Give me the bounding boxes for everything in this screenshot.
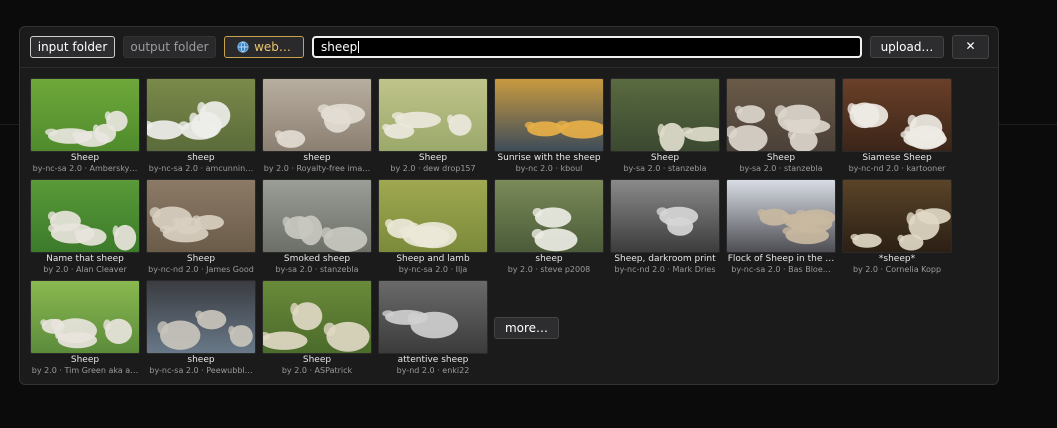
toolbar: input folder output folder web… sheep up…	[20, 27, 998, 68]
result-license: by-nc-nd 2.0 · James Good	[148, 265, 254, 274]
result-title: sheep	[187, 153, 215, 163]
result-title: sheep	[187, 355, 215, 365]
result-license: by-nc-sa 2.0 · amcunnin…	[148, 164, 254, 173]
result-card[interactable]: attentive sheep by-nd 2.0 · enki22	[378, 280, 488, 381]
result-card[interactable]: Name that sheep by 2.0 · Alan Cleaver	[30, 179, 140, 280]
result-thumbnail[interactable]	[262, 280, 372, 354]
result-thumbnail[interactable]	[494, 179, 604, 253]
result-thumbnail[interactable]	[262, 179, 372, 253]
result-license: by 2.0 · Cornelia Kopp	[852, 265, 942, 274]
result-title: Sheep	[70, 153, 100, 163]
result-thumbnail[interactable]	[378, 179, 488, 253]
result-card[interactable]: Sheep by 2.0 · ASPatrick	[262, 280, 372, 381]
result-thumbnail[interactable]	[610, 179, 720, 253]
result-thumbnail[interactable]	[146, 280, 256, 354]
output-folder-button[interactable]: output folder	[123, 36, 216, 58]
result-thumbnail[interactable]	[146, 78, 256, 152]
result-title: Sheep	[70, 355, 100, 365]
result-card[interactable]: Siamese Sheep by-nc-nd 2.0 · kartooner	[842, 78, 952, 179]
background-divider	[0, 124, 20, 125]
result-license: by 2.0 · Tim Green aka a…	[31, 366, 139, 375]
result-license: by 2.0 · Royalty-free ima…	[263, 164, 371, 173]
result-card[interactable]: *sheep* by 2.0 · Cornelia Kopp	[842, 179, 952, 280]
result-title: sheep	[535, 254, 563, 264]
result-license: by-sa 2.0 · stanzebla	[275, 265, 359, 274]
web-button-label: web…	[254, 40, 291, 54]
result-title: Sheep	[302, 355, 332, 365]
result-thumbnail[interactable]	[146, 179, 256, 253]
close-icon: ✕	[965, 39, 976, 53]
result-license: by 2.0 · Alan Cleaver	[43, 265, 127, 274]
result-license: by 2.0 · dew drop157	[390, 164, 476, 173]
result-thumbnail[interactable]	[842, 179, 952, 253]
result-license: by 2.0 · ASPatrick	[281, 366, 353, 375]
result-card[interactable]: Sheep by-nc-sa 2.0 · Ambersky…	[30, 78, 140, 179]
result-license: by-nc-sa 2.0 · Ilja	[398, 265, 468, 274]
search-input[interactable]: sheep	[312, 36, 862, 58]
result-thumbnail[interactable]	[610, 78, 720, 152]
web-button[interactable]: web…	[224, 36, 304, 58]
result-title: Sunrise with the sheep	[497, 153, 601, 163]
result-license: by-nc-sa 2.0 · Bas Bloe…	[731, 265, 831, 274]
result-title: Sheep	[418, 153, 448, 163]
result-title: Sheep	[186, 254, 216, 264]
result-thumbnail[interactable]	[30, 179, 140, 253]
result-card[interactable]: sheep by 2.0 · steve p2008	[494, 179, 604, 280]
result-thumbnail[interactable]	[726, 179, 836, 253]
result-license: by-sa 2.0 · stanzebla	[623, 164, 707, 173]
result-title: Sheep	[650, 153, 680, 163]
result-thumbnail[interactable]	[30, 280, 140, 354]
result-card[interactable]: Sheep by 2.0 · dew drop157	[378, 78, 488, 179]
result-thumbnail[interactable]	[262, 78, 372, 152]
result-thumbnail[interactable]	[378, 280, 488, 354]
result-license: by-sa 2.0 · stanzebla	[739, 164, 823, 173]
result-card[interactable]: sheep by-nc-sa 2.0 · Peewubbl…	[146, 280, 256, 381]
input-folder-button[interactable]: input folder	[30, 36, 115, 58]
result-license: by-nc 2.0 · kboul	[515, 164, 583, 173]
result-license: by-nc-nd 2.0 · Mark Dries	[614, 265, 716, 274]
result-title: attentive sheep	[397, 355, 469, 365]
result-license: by-nd 2.0 · enki22	[396, 366, 470, 375]
result-card[interactable]: Sheep, darkroom print by-nc-nd 2.0 · Mark…	[610, 179, 720, 280]
result-card[interactable]: Sheep by-sa 2.0 · stanzebla	[726, 78, 836, 179]
result-title: Sheep	[766, 153, 796, 163]
upload-button[interactable]: upload…	[870, 36, 944, 58]
result-card[interactable]: Sheep and lamb by-nc-sa 2.0 · Ilja	[378, 179, 488, 280]
image-browser-dialog: input folder output folder web… sheep up…	[19, 26, 999, 385]
result-title: Flock of Sheep in the …	[727, 254, 835, 264]
result-thumbnail[interactable]	[378, 78, 488, 152]
more-button[interactable]: more…	[494, 317, 559, 339]
result-title: *sheep*	[878, 254, 916, 264]
search-input-value: sheep	[321, 40, 358, 54]
result-license: by 2.0 · steve p2008	[507, 265, 591, 274]
result-title: Smoked sheep	[283, 254, 351, 264]
result-card[interactable]: Sheep by-sa 2.0 · stanzebla	[610, 78, 720, 179]
close-button[interactable]: ✕	[952, 35, 989, 59]
text-caret	[358, 41, 360, 53]
result-card[interactable]: Smoked sheep by-sa 2.0 · stanzebla	[262, 179, 372, 280]
result-card[interactable]: Sheep by-nc-nd 2.0 · James Good	[146, 179, 256, 280]
result-card[interactable]: sheep by-nc-sa 2.0 · amcunnin…	[146, 78, 256, 179]
result-title: Sheep, darkroom print	[614, 254, 716, 264]
background-divider	[999, 124, 1057, 125]
result-thumbnail[interactable]	[494, 78, 604, 152]
result-title: Name that sheep	[46, 254, 124, 264]
result-card[interactable]: sheep by 2.0 · Royalty-free ima…	[262, 78, 372, 179]
result-license: by-nc-nd 2.0 · kartooner	[848, 164, 946, 173]
result-title: sheep	[303, 153, 331, 163]
result-license: by-nc-sa 2.0 · Ambersky…	[32, 164, 138, 173]
result-thumbnail[interactable]	[842, 78, 952, 152]
result-thumbnail[interactable]	[726, 78, 836, 152]
result-card[interactable]: Flock of Sheep in the … by-nc-sa 2.0 · Ba…	[726, 179, 836, 280]
result-title: Siamese Sheep	[862, 153, 932, 163]
result-title: Sheep and lamb	[396, 254, 470, 264]
result-card[interactable]: Sheep by 2.0 · Tim Green aka a…	[30, 280, 140, 381]
result-card[interactable]: Sunrise with the sheep by-nc 2.0 · kboul	[494, 78, 604, 179]
globe-icon	[237, 39, 249, 59]
result-license: by-nc-sa 2.0 · Peewubbl…	[149, 366, 253, 375]
result-thumbnail[interactable]	[30, 78, 140, 152]
